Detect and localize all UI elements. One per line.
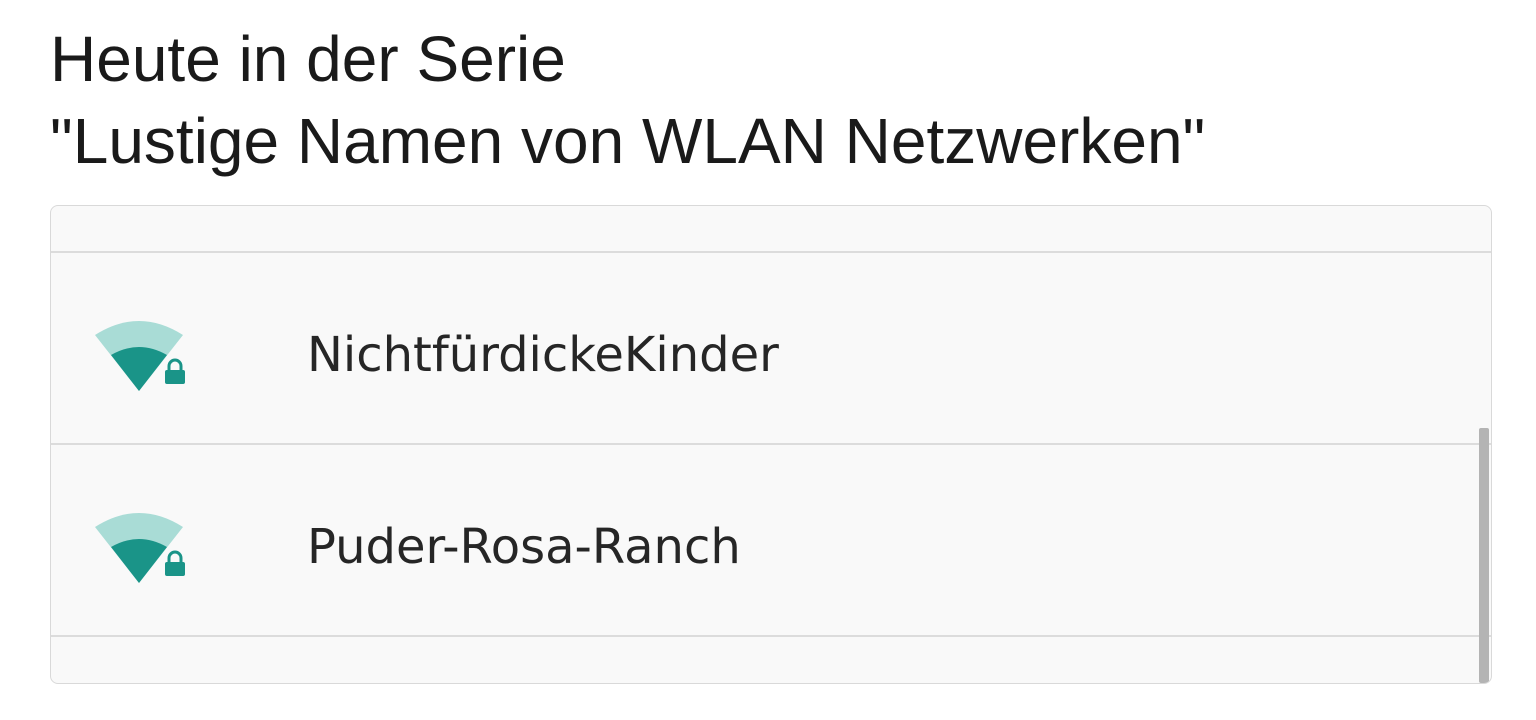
caption-line-1: Heute in der Serie [50,23,566,95]
wifi-network-item[interactable]: Puder-Rosa-Ranch [51,445,1491,633]
list-scrollbar[interactable] [1479,428,1489,683]
wifi-network-name: Puder-Rosa-Ranch [307,519,741,575]
wifi-locked-icon [95,321,185,391]
caption-line-2: "Lustige Namen von WLAN Netzwerken" [50,105,1206,177]
wifi-network-name: NichtfürdickeKinder [307,327,779,383]
wifi-network-list: NichtfürdickeKinder Puder-Rosa-Ranch [50,205,1492,684]
wifi-locked-icon [95,513,185,583]
wifi-network-item[interactable]: NichtfürdickeKinder [51,253,1491,441]
list-divider [51,635,1491,637]
meme-caption: Heute in der Serie "Lustige Namen von WL… [50,18,1205,182]
